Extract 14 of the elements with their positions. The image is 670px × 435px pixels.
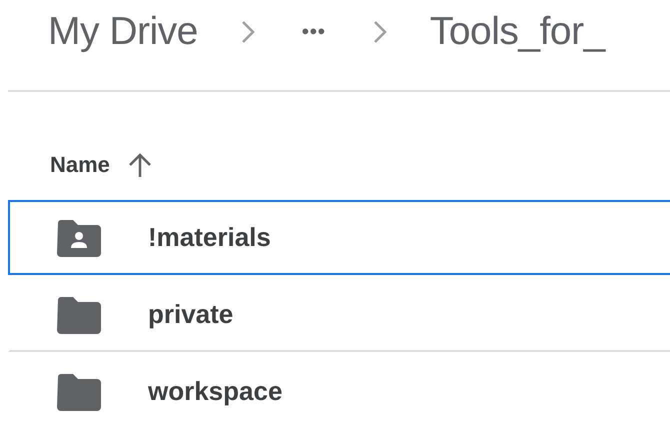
folder-name: workspace (148, 376, 282, 407)
sort-arrow-icon[interactable] (128, 152, 152, 178)
name-column-header[interactable]: Name (50, 152, 110, 178)
folder-icon (56, 296, 102, 334)
folder-name: !materials (148, 222, 271, 253)
file-row[interactable]: private (8, 277, 670, 352)
breadcrumb-link[interactable]: My Drive (48, 10, 198, 54)
more-breadcrumb[interactable]: ••• (302, 20, 326, 44)
shared-folder-icon (56, 218, 102, 256)
file-row[interactable]: !materials (8, 200, 670, 275)
folder-name: private (148, 299, 234, 330)
breadcrumb-link[interactable]: Tools_for_ (430, 10, 605, 54)
file-row[interactable]: workspace (8, 354, 670, 429)
folder-icon (56, 372, 102, 410)
